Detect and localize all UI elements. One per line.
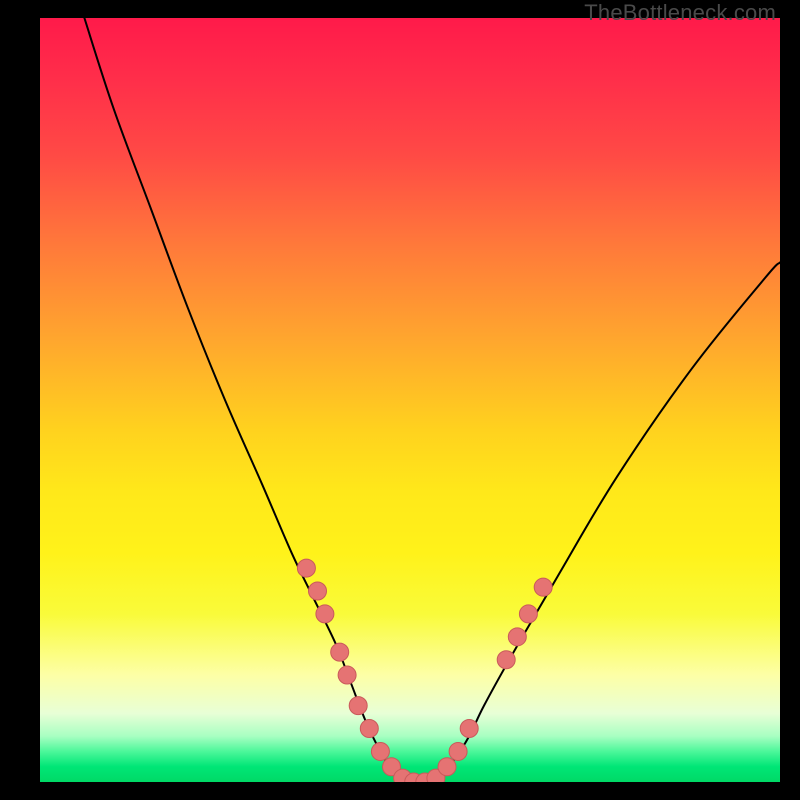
data-marker	[519, 605, 537, 623]
data-marker	[460, 720, 478, 738]
data-marker	[349, 697, 367, 715]
data-marker	[316, 605, 334, 623]
data-marker	[508, 628, 526, 646]
data-marker	[297, 559, 315, 577]
data-marker	[438, 758, 456, 776]
bottleneck-curve	[84, 18, 780, 782]
data-marker	[338, 666, 356, 684]
data-marker	[449, 742, 467, 760]
chart-frame: TheBottleneck.com	[0, 0, 800, 800]
data-marker	[309, 582, 327, 600]
chart-svg	[40, 18, 780, 782]
plot-area	[40, 18, 780, 782]
watermark-text: TheBottleneck.com	[584, 0, 776, 26]
data-marker	[534, 578, 552, 596]
data-marker	[331, 643, 349, 661]
data-marker	[497, 651, 515, 669]
data-marker	[360, 720, 378, 738]
marker-group	[297, 559, 552, 782]
data-marker	[371, 742, 389, 760]
